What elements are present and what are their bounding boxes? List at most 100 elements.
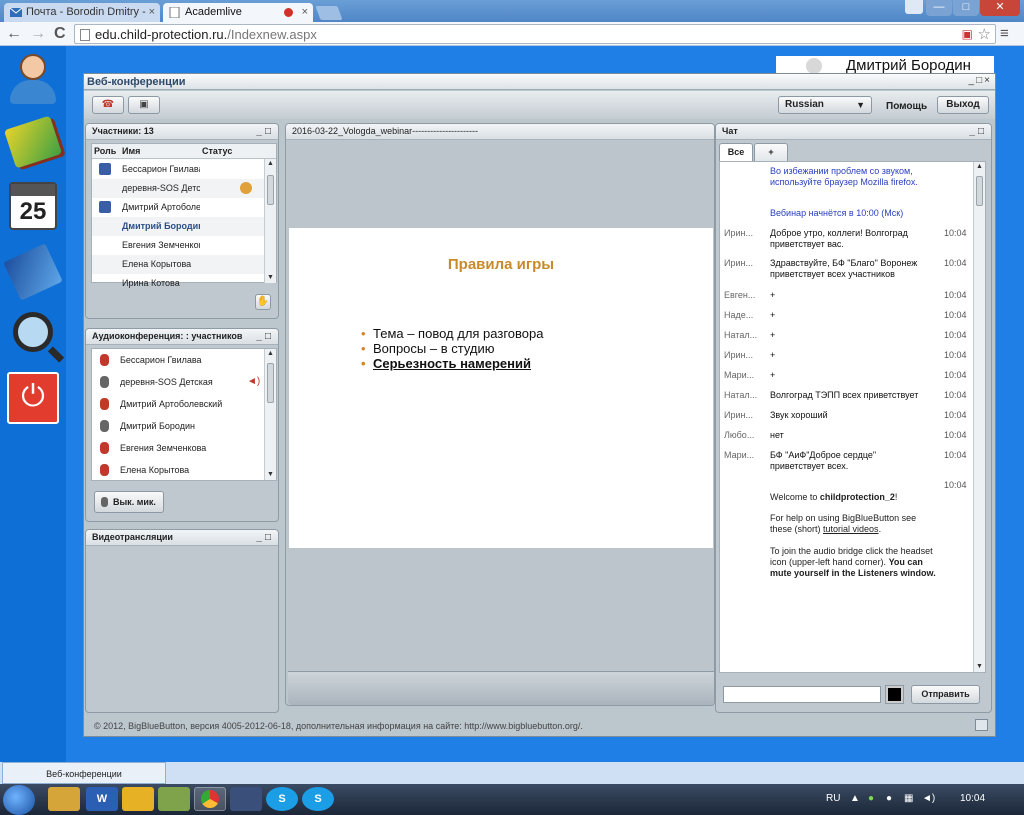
audio-scrollbar[interactable]: ▲ ▼ (264, 349, 276, 480)
muted-mic-icon[interactable] (100, 398, 109, 410)
power-icon[interactable]: ⏻ (4, 368, 62, 428)
list-item[interactable]: Елена Корытова (92, 459, 267, 481)
microphone-icon[interactable] (100, 420, 109, 432)
participants-list: Роль Имя Статус Бессарион Гвилава деревня… (91, 143, 277, 288)
save-icon[interactable] (230, 787, 262, 811)
messenger-icon[interactable] (158, 787, 190, 811)
language-select[interactable]: Russian ▼ (778, 96, 872, 114)
moderator-icon (99, 163, 111, 175)
chat-text: + (770, 330, 776, 340)
fullscreen-icon[interactable] (975, 719, 988, 731)
muted-mic-icon[interactable] (100, 464, 109, 476)
chat-text: Вебинар начнётся в 10:00 (Мск) (770, 208, 904, 218)
chat-scrollbar[interactable]: ▲ ▼ (973, 162, 985, 672)
explorer-icon[interactable] (48, 787, 80, 811)
help-link[interactable]: Помощь (886, 101, 927, 112)
list-item[interactable]: Дмитрий Артоболевский (92, 393, 267, 415)
tab-mail-close-icon[interactable]: × (149, 3, 155, 22)
reload-icon[interactable]: C (54, 25, 66, 43)
webcam-icon: ▣ (139, 99, 149, 110)
tab-chat-all[interactable]: Все (719, 143, 753, 161)
chat-text: + (770, 290, 776, 300)
clock[interactable]: 10:04 (960, 793, 985, 804)
chrome-icon[interactable] (194, 787, 226, 811)
presentation-controls-bar (288, 671, 714, 705)
list-item[interactable]: Бессарион Гвилава (92, 349, 267, 371)
tutorial-videos-link[interactable]: tutorial videos (823, 524, 879, 534)
table-row[interactable]: Дмитрий Артоболевский (92, 198, 267, 217)
browser-menu-icon[interactable]: ≡ (1000, 25, 1009, 42)
calendar-icon[interactable]: 25 (4, 176, 62, 236)
slide[interactable]: Правила игры Тема – повод для разговора … (289, 228, 713, 548)
send-button[interactable]: Отправить (911, 685, 980, 704)
list-item[interactable]: Дмитрий Бородин (92, 415, 267, 437)
tab-academlive[interactable]: Academlive × (163, 3, 313, 22)
forward-arrow-icon[interactable]: → (30, 25, 46, 43)
window-minimize-button[interactable]: — (926, 0, 952, 16)
panel-controls[interactable]: _□ (256, 329, 274, 344)
raise-hand-button[interactable]: ✋ (255, 294, 271, 310)
exit-button[interactable]: Выход (937, 96, 989, 114)
recording-icon (284, 8, 293, 17)
headset-button[interactable]: ☎ (92, 96, 124, 114)
chat-sender: Евген... (724, 290, 756, 300)
audio-participant-name: Дмитрий Бородин (120, 421, 195, 431)
page-icon (80, 29, 90, 41)
table-row[interactable]: Евгения Земченкова (92, 236, 267, 255)
panel-controls[interactable]: _□ (256, 124, 274, 139)
panel-controls[interactable]: _□ (969, 124, 987, 139)
network-icon[interactable]: ▦ (904, 793, 913, 804)
hand-icon: ✋ (256, 296, 270, 307)
speaker-icon: ◄) (247, 376, 261, 387)
chat-sender: Мари... (724, 370, 755, 380)
word-icon[interactable]: W (86, 787, 118, 811)
search-icon[interactable] (4, 302, 62, 362)
microphone-icon[interactable] (100, 376, 109, 388)
table-row[interactable]: Бессарион Гвилава (92, 160, 267, 179)
table-row[interactable]: деревня-SOS Детская (92, 179, 267, 198)
chat-text: БФ "АиФ"Доброе сердце" приветствует всех… (770, 450, 877, 471)
start-button[interactable] (3, 785, 35, 815)
participants-scrollbar[interactable]: ▲ ▼ (264, 159, 276, 283)
webcam-button[interactable]: ▣ (128, 96, 160, 114)
list-item[interactable]: Евгения Земченкова (92, 437, 267, 459)
tab-chat-add[interactable]: + (754, 143, 788, 161)
back-arrow-icon[interactable]: ← (6, 25, 22, 43)
table-row[interactable]: Дмитрий Бородин (92, 217, 267, 236)
tray-app-icon[interactable]: ● (868, 793, 874, 804)
table-row[interactable]: Елена Корытова (92, 255, 267, 274)
tray-app-icon[interactable]: ● (886, 793, 892, 804)
mute-mic-button[interactable]: Вык. мик. (94, 491, 164, 513)
volume-icon[interactable]: ◄) (922, 793, 935, 804)
muted-mic-icon[interactable] (100, 354, 109, 366)
table-row[interactable]: Ирина Котова (92, 274, 267, 293)
window-controls[interactable]: _□× (969, 75, 992, 86)
slide-title: Правила игры (447, 256, 555, 273)
panel-controls[interactable]: _□ (256, 530, 274, 545)
window-close-button[interactable]: ✕ (980, 0, 1020, 16)
participant-name: деревня-SOS Детская (122, 183, 200, 193)
tab-academlive-close-icon[interactable]: × (302, 3, 308, 22)
language-indicator[interactable]: RU (826, 793, 840, 804)
skype-icon[interactable]: S (302, 787, 334, 811)
tray-arrow-icon[interactable]: ▲ (850, 793, 860, 804)
profile-icon[interactable] (4, 48, 62, 108)
tab-mail[interactable]: Почта - Borodin Dmitry - × (4, 3, 160, 22)
skype-icon[interactable]: S (266, 787, 298, 811)
new-tab-button[interactable] (315, 6, 343, 20)
participant-name: Евгения Земченкова (122, 240, 200, 250)
window-maximize-button[interactable]: □ (953, 0, 979, 16)
chat-input[interactable] (723, 686, 881, 703)
bottom-tab[interactable]: Веб-конференции (2, 762, 166, 784)
courses-icon[interactable] (3, 242, 63, 302)
bookmark-star-icon[interactable]: ☆ (978, 25, 991, 43)
chat-sender: Ирин... (724, 228, 753, 238)
library-book-icon[interactable] (3, 112, 63, 172)
chat-color-picker[interactable] (885, 685, 904, 704)
address-bar[interactable]: edu.child-protection.ru./Indexnew.aspx ▣… (74, 24, 996, 44)
outlook-icon[interactable] (122, 787, 154, 811)
list-item[interactable]: деревня-SOS Детская ◄) (92, 371, 267, 393)
muted-mic-icon[interactable] (100, 442, 109, 454)
blocked-content-icon[interactable]: ▣ (962, 27, 973, 41)
browser-user-icon[interactable] (905, 0, 923, 14)
